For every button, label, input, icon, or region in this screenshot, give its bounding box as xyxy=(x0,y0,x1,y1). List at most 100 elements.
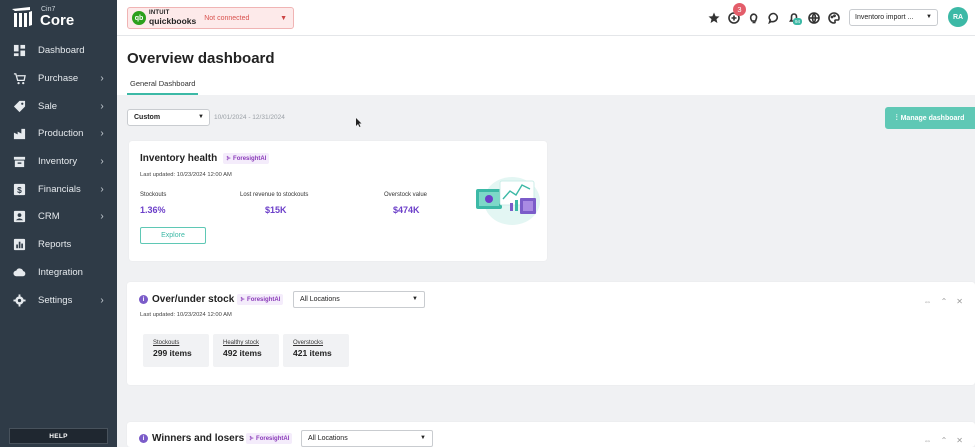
chevron-down-icon: ▼ xyxy=(420,435,426,441)
quickbooks-brand-bottom: quickbooks xyxy=(149,15,197,26)
foresight-label: ForesightAI xyxy=(247,296,281,303)
help-button[interactable]: HELP xyxy=(9,428,108,444)
card-controls: ⇔ ⌃ ✕ xyxy=(915,436,963,445)
chevron-right-icon: › xyxy=(100,183,104,195)
sidebar-item-label: CRM xyxy=(38,211,60,223)
company-select[interactable]: Inventoro import ... ▼ xyxy=(849,9,938,26)
sidebar-item-financials[interactable]: $ Financials › xyxy=(0,175,117,203)
cart-icon xyxy=(12,72,26,86)
sidebar-item-settings[interactable]: Settings › xyxy=(0,286,117,314)
stat-value: 492 items xyxy=(223,348,262,358)
chat-icon[interactable] xyxy=(767,11,781,25)
cin7-logo-icon xyxy=(12,7,32,27)
brand-big: Core xyxy=(40,12,75,29)
sidebar-item-label: Purchase xyxy=(38,73,79,85)
factory-icon xyxy=(12,127,26,141)
brand-logo[interactable]: Cin7 Core xyxy=(0,0,117,34)
sparkle-icon: ⊱ xyxy=(240,297,246,303)
stat-stockouts[interactable]: Stockouts 299 items xyxy=(143,334,209,367)
drag-handle-icon[interactable]: ⇔ xyxy=(924,436,932,445)
star-icon[interactable] xyxy=(707,11,721,25)
location-value: All Locations xyxy=(308,435,348,442)
sidebar-item-integration[interactable]: Integration xyxy=(0,259,117,287)
page-title: Overview dashboard xyxy=(127,50,275,67)
inventory-illustration-icon xyxy=(476,177,540,225)
sidebar-item-label: Financials xyxy=(38,183,81,195)
sparkle-icon: ⊱ xyxy=(226,156,232,162)
quickbooks-status: Not connected xyxy=(204,14,250,22)
sidebar-item-inventory[interactable]: Inventory › xyxy=(0,148,117,176)
chevron-right-icon: › xyxy=(100,128,104,140)
explore-button[interactable]: Explore xyxy=(140,227,206,244)
card-title: Inventory health xyxy=(140,153,218,164)
sparkle-icon: ⊱ xyxy=(249,436,255,442)
alerts-badge: 94 xyxy=(793,18,802,25)
sidebar: Cin7 Core Dashboard Purchase › Sale › Pr… xyxy=(0,0,117,447)
info-icon[interactable]: i xyxy=(139,434,148,443)
stat-overstocks[interactable]: Overstocks 421 items xyxy=(283,334,349,367)
close-icon[interactable]: ✕ xyxy=(956,436,963,445)
period-select[interactable]: Custom ▼ xyxy=(127,109,210,126)
close-icon[interactable]: ✕ xyxy=(956,297,963,306)
sidebar-item-purchase[interactable]: Purchase › xyxy=(0,65,117,93)
sliders-icon: ⫶ xyxy=(895,113,898,122)
chevron-right-icon: › xyxy=(100,100,104,112)
add-circle-icon[interactable]: 3 xyxy=(727,3,746,25)
sidebar-item-label: Dashboard xyxy=(38,45,85,57)
chevron-up-icon[interactable]: ⌃ xyxy=(941,436,948,445)
info-icon[interactable]: i xyxy=(139,295,148,304)
quickbooks-brand: INTUIT quickbooks xyxy=(149,10,197,26)
sidebar-nav: Dashboard Purchase › Sale › Production ›… xyxy=(0,37,117,314)
drag-handle-icon[interactable]: ⇔ xyxy=(924,297,932,306)
gear-icon xyxy=(12,293,26,307)
dollar-icon: $ xyxy=(12,182,26,196)
chevron-right-icon: › xyxy=(100,211,104,223)
user-avatar[interactable]: RA xyxy=(948,7,968,27)
location-select[interactable]: All Locations ▼ xyxy=(301,430,433,447)
card-title: Over/under stock xyxy=(152,294,235,305)
chevron-up-icon[interactable]: ⌃ xyxy=(941,297,948,306)
cloud-icon xyxy=(12,265,26,279)
tab-general-dashboard[interactable]: General Dashboard xyxy=(127,79,199,95)
chevron-down-icon: ▼ xyxy=(412,296,418,302)
location-value: All Locations xyxy=(300,296,340,303)
palette-icon[interactable] xyxy=(827,11,841,25)
sidebar-item-label: Inventory xyxy=(38,156,78,168)
sidebar-item-production[interactable]: Production › xyxy=(0,120,117,148)
last-updated: Last updated: 10/23/2024 12:00 AM xyxy=(140,312,232,318)
foresight-label: ForesightAI xyxy=(256,435,290,442)
chevron-down-icon: ▼ xyxy=(198,114,204,120)
dashboard-icon xyxy=(12,44,26,58)
topbar: qb INTUIT quickbooks Not connected ▼ 3 9… xyxy=(117,0,975,36)
card-controls: ⇔ ⌃ ✕ xyxy=(915,297,963,306)
stat-healthy-stock[interactable]: Healthy stock 492 items xyxy=(213,334,279,367)
location-select[interactable]: All Locations ▼ xyxy=(293,291,425,308)
sidebar-item-dashboard[interactable]: Dashboard xyxy=(0,37,117,65)
chevron-down-icon: ▼ xyxy=(280,14,287,22)
sidebar-item-label: Sale xyxy=(38,100,58,112)
over-under-stock-card: i Over/under stock ⊱ ForesightAI All Loc… xyxy=(127,282,975,385)
sidebar-item-label: Integration xyxy=(38,266,83,278)
foresight-label: ForesightAI xyxy=(233,155,267,162)
stat-value: 299 items xyxy=(153,348,192,358)
manage-dashboard-button[interactable]: ⫶ Manage dashboard xyxy=(885,107,975,129)
lightbulb-icon[interactable] xyxy=(747,11,761,25)
foresight-badge: ⊱ ForesightAI xyxy=(246,433,293,444)
sidebar-item-crm[interactable]: CRM › xyxy=(0,203,117,231)
globe-icon[interactable] xyxy=(807,11,821,25)
reports-icon xyxy=(12,238,26,252)
topbar-icons: 3 94 xyxy=(707,3,847,26)
inventory-health-card: Inventory health ⊱ ForesightAI Last upda… xyxy=(129,141,547,261)
quickbooks-connection-select[interactable]: qb INTUIT quickbooks Not connected ▼ xyxy=(127,7,294,29)
foresight-badge: ⊱ ForesightAI xyxy=(237,294,284,305)
manage-dashboard-label: Manage dashboard xyxy=(900,114,965,122)
bell-icon[interactable]: 94 xyxy=(787,11,802,25)
quickbooks-logo-icon: qb xyxy=(132,11,146,25)
page-header: Overview dashboard General Dashboard xyxy=(117,36,975,95)
date-range[interactable]: 10/01/2024 - 12/31/2024 xyxy=(214,114,285,121)
kpi-label: Overstock value xyxy=(384,192,428,198)
sidebar-item-sale[interactable]: Sale › xyxy=(0,92,117,120)
kpi-label: Lost revenue to stockouts xyxy=(240,192,309,198)
chevron-right-icon: › xyxy=(100,156,104,168)
sidebar-item-reports[interactable]: Reports xyxy=(0,231,117,259)
